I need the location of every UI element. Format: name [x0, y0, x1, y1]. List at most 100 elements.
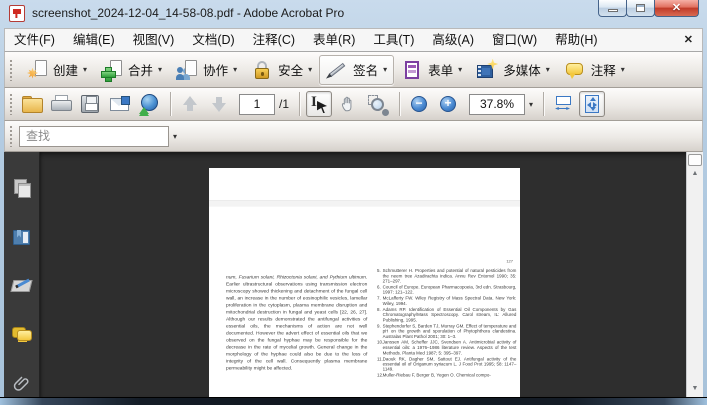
toolbar-gripper[interactable]: [9, 93, 14, 115]
reference-item: 7.McLafferty FW. Wiley Registry of Mass …: [377, 296, 516, 307]
reference-item: 9.Stephendorfer S, Barden TJ, Murray GM.…: [377, 323, 516, 339]
save-button[interactable]: [77, 91, 103, 117]
zoom-level-input[interactable]: [469, 94, 525, 115]
reference-item: 5.Schmutterer H. Properties and potentia…: [377, 268, 516, 284]
paperclip-icon: [13, 375, 31, 393]
comments-panel-button[interactable]: [10, 323, 34, 347]
reference-item: 8.Adams RP. Identification of Essential …: [377, 307, 516, 323]
document-pane[interactable]: 127 num, Fusarium solani, Rhizoctonia so…: [40, 152, 686, 397]
comment-button[interactable]: 注释 ▾: [557, 55, 632, 85]
attachments-panel-button[interactable]: [10, 372, 34, 396]
menubar-close-icon[interactable]: ✕: [684, 33, 693, 46]
combine-button[interactable]: 合并 ▾: [94, 55, 169, 85]
zoom-dropdown-icon[interactable]: ▾: [529, 100, 533, 109]
zoom-out-button[interactable]: −: [406, 91, 432, 117]
window-title: screenshot_2024-12-04_14-58-08.pdf - Ado…: [32, 6, 344, 20]
toolbar-gripper[interactable]: [9, 125, 14, 147]
print-button[interactable]: [48, 91, 74, 117]
search-input[interactable]: [19, 126, 169, 147]
lock-icon: [251, 59, 273, 81]
title-bar[interactable]: screenshot_2024-12-04_14-58-08.pdf - Ado…: [0, 0, 707, 28]
collaborate-icon: [176, 59, 198, 81]
page-content: 127 num, Fusarium solani, Rhizoctonia so…: [209, 168, 520, 397]
minimize-button[interactable]: [598, 0, 627, 17]
collaborate-label: 协作: [203, 60, 228, 79]
collaborate-button[interactable]: 协作 ▾: [169, 55, 244, 85]
hand-tool-button[interactable]: [335, 91, 361, 117]
page-count-label: /1: [279, 97, 289, 111]
file-toolbar: /1 − + ▾: [4, 88, 703, 121]
signatures-panel-button[interactable]: [10, 274, 34, 298]
menu-file[interactable]: 文件(F): [5, 29, 64, 51]
scroll-up-icon[interactable]: ▲: [687, 170, 703, 177]
upload-button[interactable]: [135, 91, 161, 117]
previous-page-button[interactable]: [177, 91, 203, 117]
menu-bar: 文件(F) 编辑(E) 视图(V) 文档(D) 注释(C) 表单(R) 工具(T…: [4, 28, 703, 52]
email-button[interactable]: [106, 91, 132, 117]
select-tool-icon: [310, 95, 328, 113]
zoom-in-icon: +: [440, 96, 456, 112]
chevron-down-icon: ▾: [83, 66, 87, 74]
toolbar-separator: [170, 92, 171, 116]
menu-comments[interactable]: 注释(C): [244, 29, 304, 51]
create-button[interactable]: 创建 ▾: [19, 55, 94, 85]
minimize-icon: [608, 9, 618, 12]
body-paragraph: Earlier ultrastructural observations usi…: [226, 282, 367, 371]
reference-item: 11.Daouk RK, Dagher SM, Sattout EJ. Anti…: [377, 356, 516, 372]
marquee-zoom-button[interactable]: [364, 91, 390, 117]
globe-upload-icon: [138, 94, 158, 114]
fit-page-button[interactable]: [579, 91, 605, 117]
comment-icon: [564, 59, 586, 81]
scroll-down-icon[interactable]: ▼: [687, 385, 703, 392]
next-page-button[interactable]: [206, 91, 232, 117]
marquee-zoom-icon: [367, 94, 387, 114]
main-area: 127 num, Fusarium solani, Rhizoctonia so…: [4, 152, 703, 397]
chevron-down-icon: ▾: [621, 66, 625, 74]
save-icon: [81, 95, 99, 113]
chevron-down-icon: ▾: [546, 66, 550, 74]
chevron-down-icon: ▾: [308, 66, 312, 74]
reference-item: 12.Muller-Riebau F, Berger B, Yegen O. C…: [377, 373, 516, 378]
pages-icon: [14, 179, 30, 197]
toolbar-gripper[interactable]: [9, 59, 14, 81]
chevron-down-icon: ▾: [233, 66, 237, 74]
restore-icon: [636, 4, 645, 12]
menu-help[interactable]: 帮助(H): [546, 29, 606, 51]
page-up-icon: [181, 95, 199, 113]
menu-advanced[interactable]: 高级(A): [423, 29, 483, 51]
pages-panel-button[interactable]: [10, 176, 34, 200]
toolbar-separator: [399, 92, 400, 116]
vertical-scrollbar[interactable]: ▲ ▼: [686, 152, 703, 397]
window-bottom-border: [0, 397, 707, 405]
menu-tools[interactable]: 工具(T): [364, 29, 423, 51]
chevron-down-icon: ▾: [458, 66, 462, 74]
forms-button[interactable]: 表单 ▾: [394, 55, 469, 85]
multimedia-button[interactable]: 多媒体 ▾: [469, 55, 557, 85]
close-button[interactable]: ✕: [654, 0, 699, 17]
bookmarks-panel-button[interactable]: [10, 225, 34, 249]
sign-button[interactable]: 签名 ▾: [319, 55, 394, 85]
fit-width-button[interactable]: [550, 91, 576, 117]
find-bar: ▾: [4, 121, 703, 152]
search-options-dropdown-icon[interactable]: ▾: [173, 132, 177, 141]
text-column-left: num, Fusarium solani, Rhizoctonia solani…: [226, 274, 367, 372]
menu-view[interactable]: 视图(V): [124, 29, 184, 51]
sign-label: 签名: [353, 60, 378, 79]
menu-edit[interactable]: 编辑(E): [64, 29, 124, 51]
close-icon: ✕: [655, 1, 698, 14]
forms-label: 表单: [428, 60, 453, 79]
select-tool-button[interactable]: [306, 91, 332, 117]
comment-label: 注释: [591, 60, 616, 79]
menu-document[interactable]: 文档(D): [183, 29, 243, 51]
secure-label: 安全: [278, 60, 303, 79]
reference-item: 6.Council of Europe. European Pharmacopo…: [377, 284, 516, 295]
scrollbar-thumb[interactable]: [688, 154, 702, 166]
secure-button[interactable]: 安全 ▾: [244, 55, 319, 85]
menu-forms[interactable]: 表单(R): [304, 29, 364, 51]
page-number-input[interactable]: [239, 94, 275, 115]
open-button[interactable]: [19, 91, 45, 117]
restore-button[interactable]: [626, 0, 655, 17]
menu-window[interactable]: 窗口(W): [483, 29, 546, 51]
zoom-in-button[interactable]: +: [435, 91, 461, 117]
zoom-out-icon: −: [411, 96, 427, 112]
